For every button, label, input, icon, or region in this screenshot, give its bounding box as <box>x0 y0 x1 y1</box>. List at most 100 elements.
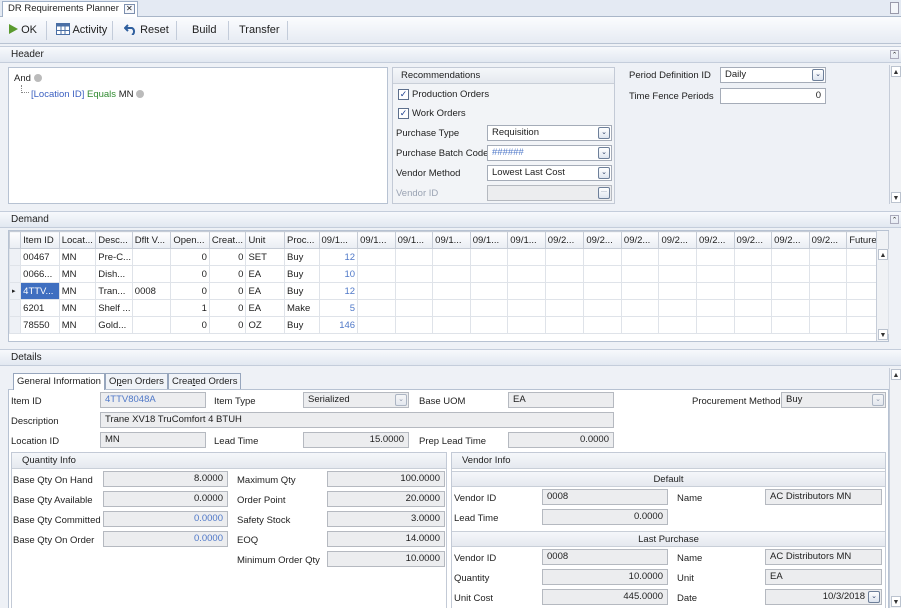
transfer-button[interactable]: Transfer <box>235 20 284 41</box>
cell-period[interactable] <box>808 265 848 283</box>
cell-created[interactable]: 0 <box>208 248 247 266</box>
chevron-down-icon[interactable]: ⌄ <box>598 127 610 139</box>
column-header[interactable]: 09/2... <box>808 231 848 249</box>
tab-created-orders[interactable]: Created Orders <box>168 373 242 389</box>
cell-period[interactable] <box>357 265 396 283</box>
cell-period[interactable] <box>808 316 848 334</box>
cell-period[interactable] <box>394 248 434 266</box>
cell-period[interactable] <box>544 282 585 300</box>
chevron-down-icon[interactable]: ⌄ <box>598 147 610 159</box>
cell-desc[interactable]: Tran... <box>95 282 133 300</box>
cell-period[interactable] <box>771 316 810 334</box>
cell-period[interactable] <box>808 299 848 317</box>
cell-period[interactable] <box>507 299 546 317</box>
column-header[interactable]: 09/2... <box>658 231 697 249</box>
demand-section-bar[interactable]: Demand ⌃ <box>0 211 901 228</box>
filter-root[interactable]: And <box>14 73 42 84</box>
cell-period[interactable] <box>808 282 848 300</box>
production-orders-checkbox[interactable]: ✓ <box>398 89 409 100</box>
cell-item[interactable]: 4TTV... <box>20 282 60 300</box>
cell-item[interactable]: 0066... <box>20 265 60 283</box>
column-header[interactable]: Open... <box>170 231 210 249</box>
cell-loc[interactable]: MN <box>58 316 97 334</box>
cell-proc[interactable]: Buy <box>284 265 320 283</box>
cell-period[interactable] <box>620 248 660 266</box>
cell-period[interactable] <box>469 265 509 283</box>
column-header[interactable]: 09/2... <box>771 231 810 249</box>
chevron-down-icon[interactable]: ⌄ <box>868 591 880 603</box>
cell-period[interactable] <box>583 282 622 300</box>
remove-circle-icon[interactable] <box>33 74 42 82</box>
cell-loc[interactable]: MN <box>58 265 97 283</box>
column-header[interactable]: Dflt V... <box>131 231 172 249</box>
cell-period[interactable] <box>771 282 810 300</box>
cell-period[interactable] <box>620 299 660 317</box>
cell-period[interactable] <box>696 265 735 283</box>
cell-period[interactable] <box>658 282 697 300</box>
cell-period[interactable] <box>357 316 396 334</box>
cell-loc[interactable]: MN <box>58 282 97 300</box>
cell-created[interactable]: 0 <box>208 299 247 317</box>
cell-unit[interactable]: SET <box>245 248 285 266</box>
reset-button[interactable]: Reset <box>120 20 173 41</box>
purchase-batch-code-select[interactable]: ###### ⌄ <box>487 145 612 161</box>
cell-proc[interactable]: Make <box>284 299 320 317</box>
cell-period[interactable] <box>432 248 471 266</box>
purchase-type-select[interactable]: Requisition ⌄ <box>487 125 612 141</box>
scroll-down-icon[interactable]: ▼ <box>891 192 901 203</box>
chevron-down-icon[interactable]: ⌄ <box>598 167 610 179</box>
cell-open[interactable]: 0 <box>170 316 210 334</box>
cell-period[interactable] <box>696 282 735 300</box>
cell-proc[interactable]: Buy <box>284 248 320 266</box>
cell-dflt[interactable] <box>131 248 172 266</box>
cell-unit[interactable]: EA <box>245 282 285 300</box>
cell-period[interactable] <box>357 299 396 317</box>
cell-item[interactable]: 6201 <box>20 299 60 317</box>
cell-open[interactable]: 0 <box>170 265 210 283</box>
cell-period[interactable] <box>357 248 396 266</box>
cell-created[interactable]: 0 <box>208 316 247 334</box>
cell-period[interactable] <box>808 248 848 266</box>
scroll-up-icon[interactable]: ▲ <box>878 249 888 260</box>
cell-p1[interactable]: 146 <box>318 316 359 334</box>
details-section-bar[interactable]: Details <box>0 349 901 366</box>
column-header[interactable]: 09/2... <box>583 231 622 249</box>
cell-period[interactable] <box>544 299 585 317</box>
cell-period[interactable] <box>507 248 546 266</box>
column-header[interactable]: Desc... <box>95 231 133 249</box>
qty-committed-field[interactable]: 0.0000 <box>103 511 228 527</box>
column-header[interactable]: 09/1... <box>318 231 359 249</box>
cell-period[interactable] <box>507 265 546 283</box>
cell-period[interactable] <box>469 299 509 317</box>
cell-p1[interactable]: 10 <box>318 265 359 283</box>
build-button[interactable]: Build <box>188 20 220 41</box>
cell-proc[interactable]: Buy <box>284 316 320 334</box>
cell-p1[interactable]: 12 <box>318 282 359 300</box>
cell-period[interactable] <box>771 248 810 266</box>
table-row[interactable]: 6201 MN Shelf ... 1 0 EA Make 5 <box>8 299 889 317</box>
cell-period[interactable] <box>658 248 697 266</box>
cell-period[interactable] <box>696 248 735 266</box>
column-header[interactable]: Unit <box>245 231 285 249</box>
cell-period[interactable] <box>583 316 622 334</box>
tab-open-orders[interactable]: Open Orders <box>105 373 168 389</box>
details-scrollbar[interactable]: ▲ ▼ <box>889 368 901 608</box>
header-section-bar[interactable]: Header ⌃ <box>0 46 901 63</box>
cell-period[interactable] <box>733 316 773 334</box>
column-header[interactable]: Item ID <box>20 231 60 249</box>
cell-period[interactable] <box>733 282 773 300</box>
cell-item[interactable]: 00467 <box>20 248 60 266</box>
table-row[interactable]: 00467 MN Pre-C... 0 0 SET Buy 12 <box>8 248 889 266</box>
cell-dflt[interactable] <box>131 316 172 334</box>
cell-period[interactable] <box>733 248 773 266</box>
cell-period[interactable] <box>394 282 434 300</box>
column-header[interactable]: Locat... <box>58 231 97 249</box>
cell-period[interactable] <box>696 299 735 317</box>
cell-item[interactable]: 78550 <box>20 316 60 334</box>
cell-desc[interactable]: Dish... <box>95 265 133 283</box>
cell-period[interactable] <box>583 248 622 266</box>
vendor-method-select[interactable]: Lowest Last Cost ⌄ <box>487 165 612 181</box>
cell-period[interactable] <box>394 265 434 283</box>
tab-general-information[interactable]: General Information <box>13 373 105 390</box>
column-header[interactable]: 09/1... <box>507 231 546 249</box>
